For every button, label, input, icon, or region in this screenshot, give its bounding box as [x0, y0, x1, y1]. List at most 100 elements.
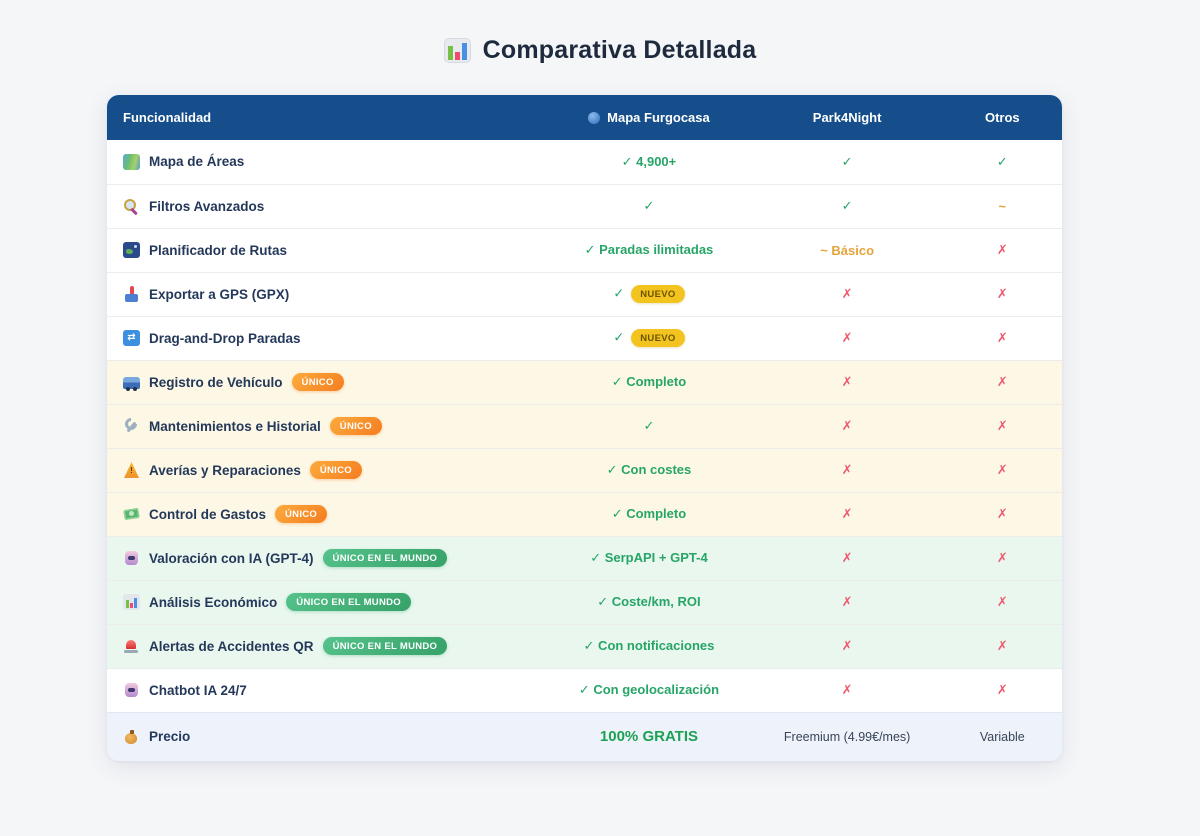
comparison-table: Funcionalidad Mapa Furgocasa Park4Night … — [107, 95, 1062, 761]
robot-icon — [123, 682, 140, 698]
cross-mark: ✗ — [996, 682, 1008, 697]
gps-pin-icon — [123, 286, 140, 302]
check-mark: ✓ Con geolocalización — [578, 682, 720, 697]
feature-cell: Mapa de Áreas — [107, 140, 546, 184]
table-row: Mapa de Áreas ✓ 4,900+ ✓ ✓ — [107, 140, 1062, 184]
check-mark: ✓ — [613, 329, 625, 345]
nuevo-badge: NUEVO — [631, 329, 685, 347]
feature-wrap: Averías y Reparaciones ÚNICO — [107, 461, 546, 479]
column-label: Funcionalidad — [123, 110, 212, 125]
price-value: 100% GRATIS — [599, 728, 698, 746]
value-cell: ✓ Completo — [546, 492, 751, 536]
feature-label: Registro de Vehículo — [149, 374, 283, 390]
cross-mark: ✗ — [841, 286, 853, 301]
feature-wrap: Alertas de Accidentes QR ÚNICO EN EL MUND… — [107, 637, 546, 655]
check-mark: ✓ — [841, 198, 853, 213]
feature-wrap: Mantenimientos e Historial ÚNICO — [107, 417, 546, 435]
feature-cell: Drag-and-Drop Paradas — [107, 316, 546, 360]
column-header-mapa-furgocasa: Mapa Furgocasa — [546, 95, 752, 140]
cross-mark: ✗ — [996, 462, 1008, 477]
feature-label: Chatbot IA 24/7 — [149, 682, 247, 698]
value-cell: ✗ — [943, 492, 1062, 536]
column-label: Park4Night — [812, 110, 882, 125]
value-cell: ✗ — [943, 624, 1062, 668]
value-cell: ✗ — [943, 316, 1062, 360]
check-mark: ✓ Coste/km, ROI — [597, 594, 701, 609]
feature-label: Averías y Reparaciones — [149, 462, 301, 478]
cross-mark: ✗ — [996, 374, 1008, 389]
feature-label: Alertas de Accidentes QR — [149, 638, 314, 654]
bar-chart-icon — [123, 594, 140, 610]
feature-cell: Alertas de Accidentes QR ÚNICO EN EL MUND… — [107, 624, 546, 668]
value-cell: ✗ — [752, 360, 943, 404]
world-map-icon — [123, 153, 140, 170]
feature-wrap: Filtros Avanzados — [107, 198, 546, 214]
cross-mark: ✗ — [996, 286, 1008, 301]
value-cell: ✗ — [752, 448, 943, 492]
cross-mark: ✗ — [841, 374, 853, 389]
unico-mundo-badge: ÚNICO EN EL MUNDO — [322, 549, 448, 567]
feature-cell: Mantenimientos e Historial ÚNICO — [107, 404, 546, 448]
cross-mark: ✗ — [841, 682, 853, 697]
value-cell: ✓ 4,900+ — [546, 140, 751, 184]
value-cell: ✗ — [943, 580, 1062, 624]
feature-label: Mapa de Áreas — [149, 154, 245, 170]
check-mark: ✓ — [996, 153, 1008, 169]
feature-wrap: Chatbot IA 24/7 — [107, 682, 546, 698]
table-row: Planificador de Rutas ✓ Paradas ilimitada… — [107, 228, 1062, 272]
feature-label: Planificador de Rutas — [149, 242, 288, 258]
value-cell: ✓ Coste/km, ROI — [546, 580, 751, 624]
check-mark: ✓ Con costes — [606, 462, 692, 477]
feature-cell: Filtros Avanzados — [107, 184, 546, 228]
feature-wrap: Registro de Vehículo ÚNICO — [107, 373, 546, 391]
cross-mark: ✗ — [996, 506, 1008, 521]
feature-label: Control de Gastos — [149, 506, 267, 522]
feature-wrap: Drag-and-Drop Paradas — [107, 330, 546, 346]
cross-mark: ✗ — [841, 330, 853, 345]
value-cell: ~ — [943, 184, 1062, 228]
feature-wrap: Valoración con IA (GPT-4) ÚNICO EN EL MUN… — [107, 549, 546, 567]
column-header-funcionalidad: Funcionalidad — [107, 95, 547, 140]
cross-mark: ✗ — [841, 638, 853, 653]
value-cell: ✓ Con geolocalización — [546, 668, 751, 712]
tilde-mark: ~ Básico — [820, 242, 875, 258]
value-cell: ✗ — [943, 360, 1062, 404]
check-mark: ✓ — [643, 198, 655, 213]
feature-cell: Averías y Reparaciones ÚNICO — [107, 448, 546, 492]
cross-mark: ✗ — [841, 550, 853, 565]
cross-mark: ✗ — [841, 594, 853, 609]
table-row: Mantenimientos e Historial ÚNICO ✓ ✗ ✗ — [107, 404, 1062, 448]
header-row: Funcionalidad Mapa Furgocasa Park4Night … — [107, 95, 1062, 140]
value-cell: ✗ — [943, 668, 1062, 712]
check-mark: ✓ — [613, 285, 625, 301]
feature-wrap: Control de Gastos ÚNICO — [107, 505, 546, 523]
warning-icon — [123, 462, 140, 478]
feature-wrap: Análisis Económico ÚNICO EN EL MUNDO — [107, 593, 546, 611]
value-cell: ✓ Con costes — [546, 448, 751, 492]
value-cell: ✓ — [943, 140, 1062, 184]
feature-label: Análisis Económico — [149, 594, 278, 610]
cross-mark: ✗ — [996, 550, 1008, 565]
value-cell: ✓ Con notificaciones — [546, 624, 751, 668]
value-cell: ✗ — [943, 536, 1062, 580]
unico-badge: ÚNICO — [291, 373, 344, 391]
feature-cell: Valoración con IA (GPT-4) ÚNICO EN EL MUN… — [107, 536, 546, 580]
column-header-park4night: Park4Night — [751, 95, 943, 140]
value-cell: ✗ — [943, 404, 1062, 448]
feature-cell: Exportar a GPS (GPX) — [107, 272, 546, 316]
value-cell: ✗ — [943, 228, 1062, 272]
siren-icon — [123, 638, 140, 654]
page-title: Comparativa Detallada — [482, 36, 757, 64]
route-map-icon — [123, 242, 140, 258]
blue-sphere-icon — [588, 112, 601, 124]
value-cell: ✓ NUEVO — [546, 316, 751, 360]
value-cell: ✓ — [752, 184, 943, 228]
value-cell: ✓ NUEVO — [546, 272, 751, 316]
value-cell: ✓ Completo — [546, 360, 751, 404]
check-mark: ✓ — [841, 153, 853, 169]
feature-label: Precio — [149, 729, 191, 745]
unico-mundo-badge: ÚNICO EN EL MUNDO — [322, 637, 448, 655]
cross-mark: ✗ — [841, 418, 853, 433]
feature-wrap: Planificador de Rutas — [107, 242, 546, 258]
feature-cell: Precio — [107, 712, 546, 761]
